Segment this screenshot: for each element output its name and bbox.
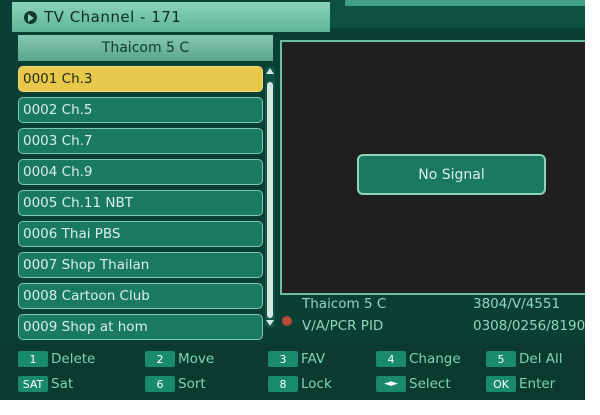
channel-list: 0001 Ch.3 0002 Ch.5 0003 Ch.7 0004 Ch.9 …: [18, 66, 263, 345]
del-all-label: Del All: [519, 351, 563, 367]
info-frequency: 3804/V/4551: [473, 296, 561, 312]
channel-item-9[interactable]: 0009 Shop at hom: [18, 314, 263, 340]
fav-key[interactable]: 3 FAV: [268, 348, 325, 370]
lock-key[interactable]: 8 Lock: [268, 373, 332, 395]
key-legend: 1 Delete 2 Move 3 FAV 4 Change 5 Del All…: [0, 343, 585, 400]
preview-window: No Signal: [280, 40, 585, 295]
satellite-header: Thaicom 5 C: [18, 35, 273, 61]
channel-item-1[interactable]: 0001 Ch.3: [18, 66, 263, 92]
sort-label: Sort: [178, 376, 206, 392]
info-pid-label: V/A/PCR PID: [302, 318, 384, 334]
delete-key[interactable]: 1 Delete: [18, 348, 95, 370]
page-title: TV Channel - 171: [44, 8, 182, 26]
channel-info-panel: Thaicom 5 C 3804/V/4551 V/A/PCR PID 0308…: [280, 296, 585, 340]
keycap-8: 8: [268, 376, 298, 392]
no-signal-message: No Signal: [357, 154, 546, 195]
channel-item-5[interactable]: 0005 Ch.11 NBT: [18, 190, 263, 216]
keycap-5: 5: [486, 351, 516, 367]
fav-label: FAV: [301, 351, 326, 367]
channel-item-3[interactable]: 0003 Ch.7: [18, 128, 263, 154]
title-bar: TV Channel - 171: [12, 2, 330, 32]
sat-key[interactable]: SAT Sat: [18, 373, 73, 395]
keycap-sat: SAT: [18, 376, 48, 392]
delete-label: Delete: [51, 351, 96, 367]
scroll-thumb[interactable]: [267, 82, 273, 318]
keycap-1: 1: [18, 351, 48, 367]
select-label: Select: [409, 376, 451, 392]
channel-item-2[interactable]: 0002 Ch.5: [18, 97, 263, 123]
move-label: Move: [178, 351, 215, 367]
select-key[interactable]: ◄► Select: [376, 373, 451, 395]
channel-item-4[interactable]: 0004 Ch.9: [18, 159, 263, 185]
keycap-3: 3: [268, 351, 298, 367]
sat-label: Sat: [51, 376, 74, 392]
info-satellite-name: Thaicom 5 C: [302, 296, 387, 312]
channel-item-6[interactable]: 0006 Thai PBS: [18, 221, 263, 247]
del-all-key[interactable]: 5 Del All: [486, 348, 562, 370]
info-pid-values: 0308/0256/8190: [473, 318, 585, 334]
play-circle-icon: [24, 10, 37, 24]
change-key[interactable]: 4 Change: [376, 348, 461, 370]
keycap-2: 2: [145, 351, 175, 367]
keycap-4: 4: [376, 351, 406, 367]
left-right-arrows-icon: ◄►: [376, 376, 406, 392]
channel-scrollbar[interactable]: [265, 66, 275, 328]
scroll-down-arrow-icon[interactable]: [266, 320, 274, 326]
move-key[interactable]: 2 Move: [145, 348, 214, 370]
keycap-ok: OK: [486, 376, 516, 392]
channel-item-8[interactable]: 0008 Cartoon Club: [18, 283, 263, 309]
scroll-up-arrow-icon[interactable]: [266, 68, 274, 74]
keycap-6: 6: [145, 376, 175, 392]
lock-label: Lock: [301, 376, 332, 392]
signal-status-icon: [282, 316, 292, 326]
channel-item-7[interactable]: 0007 Shop Thailan: [18, 252, 263, 278]
tv-screen: TV Channel - 171 Thaicom 5 C 0001 Ch.3 0…: [0, 0, 585, 400]
enter-key[interactable]: OK Enter: [486, 373, 555, 395]
sort-key[interactable]: 6 Sort: [145, 373, 206, 395]
change-label: Change: [409, 351, 461, 367]
enter-label: Enter: [519, 376, 556, 392]
top-bar-accent: [345, 0, 585, 6]
